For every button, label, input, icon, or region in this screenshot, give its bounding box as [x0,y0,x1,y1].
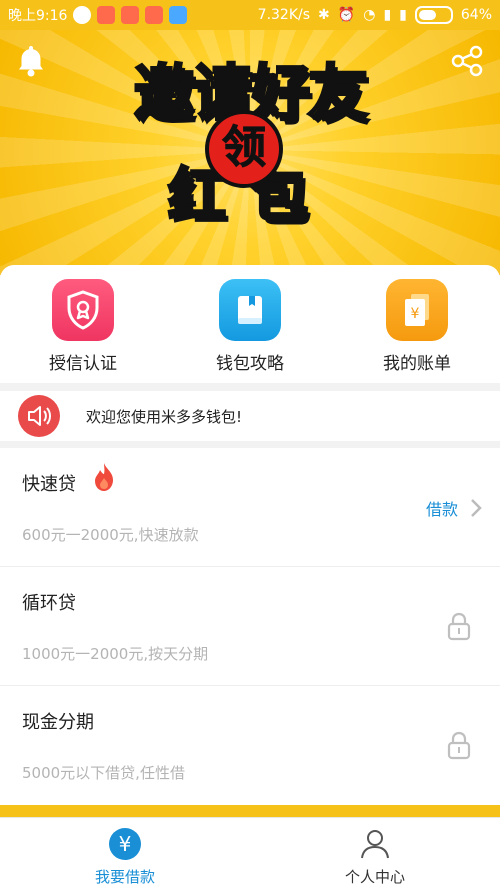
bottom-tab-bar: ¥ 我要借款 个人中心 [0,817,500,889]
quick-actions: 授信认证 钱包攻略 ¥ 我的账单 [0,265,500,383]
app-notification-icon [145,6,164,24]
announcement-text: 欢迎您使用米多多钱包! [86,407,243,426]
battery-percent: 64% [460,7,492,23]
quick-action-label: 钱包攻略 [216,354,284,374]
lock-icon [446,730,472,764]
loan-item-fast[interactable]: 快速贷 借款 600元一2000元,快速放款 [0,448,500,567]
borrow-label: 借款 [425,500,458,519]
alarm-icon: ⏰ [337,7,356,23]
signal-icon: ▮ [399,7,407,23]
speaker-icon [18,395,60,437]
quick-action-credit-auth[interactable]: 授信认证 [28,279,138,374]
quick-action-my-bills[interactable]: ¥ 我的账单 [362,279,472,374]
bluetooth-icon: ✱ [318,7,330,23]
yuan-icon: ¥ [109,828,141,860]
tab-label: 个人中心 [344,868,405,886]
status-bar: 晚上9:16 7.32K/s ✱ ⏰ ◔ ▮ ▮ 64% [0,0,500,30]
share-icon[interactable] [450,44,484,82]
person-icon [359,828,391,860]
signal-icon: ▮ [383,7,392,23]
loan-item-revolving[interactable]: 循环贷 1000元一2000元,按天分期 [0,567,500,686]
loan-title: 快速贷 [22,474,76,495]
bell-icon[interactable] [16,44,46,82]
announcement-bar[interactable]: 欢迎您使用米多多钱包! [0,391,500,441]
shield-ribbon-icon [52,279,114,341]
quick-action-label: 我的账单 [383,354,451,374]
svg-text:¥: ¥ [411,306,420,322]
tab-borrow[interactable]: ¥ 我要借款 [50,828,200,887]
quick-action-wallet-guide[interactable]: 钱包攻略 [195,279,305,374]
app-notification-icon [121,6,140,24]
bill-yuan-icon: ¥ [386,279,448,341]
wechat-icon [73,6,92,24]
wifi-icon: ◔ [363,7,376,23]
cloud-icon [169,6,188,24]
chevron-right-icon [471,499,482,517]
promo-banner[interactable]: 邀请好友 红包 领 [0,30,500,275]
flame-icon [92,462,116,496]
battery-icon [414,6,453,24]
quick-action-label: 授信认证 [49,354,117,374]
loan-subtitle: 5000元以下借贷,任性借 [22,764,185,782]
tab-label: 我要借款 [94,868,155,886]
status-time: 晚上9:16 [8,8,68,24]
loan-subtitle: 600元一2000元,快速放款 [22,526,199,544]
loan-product-list: 快速贷 借款 600元一2000元,快速放款 循环贷 1000元一2000元,按… [0,448,500,805]
loan-item-cash-installment[interactable]: 现金分期 5000元以下借贷,任性借 [0,686,500,804]
bottom-accent-strip [0,805,500,817]
loan-title: 现金分期 [22,712,94,733]
loan-title: 循环贷 [22,593,76,614]
book-icon [219,279,281,341]
app-notification-icon [97,6,116,24]
tab-personal-center[interactable]: 个人中心 [300,828,450,887]
lock-icon [446,611,472,645]
loan-subtitle: 1000元一2000元,按天分期 [22,645,209,663]
banner-headline-badge: 领 [205,110,283,188]
network-speed: 7.32K/s [257,7,311,23]
borrow-action[interactable]: 借款 [426,496,482,520]
